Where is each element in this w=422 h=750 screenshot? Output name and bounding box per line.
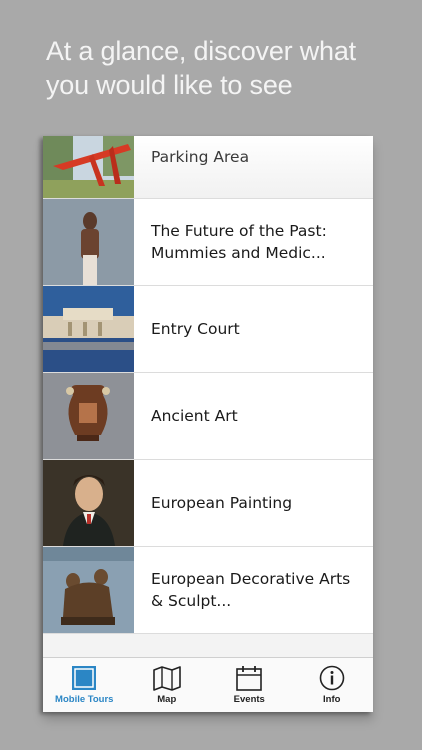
list-item-entry-court[interactable]: Entry Court [43, 286, 373, 373]
list-item-label: European Painting [151, 494, 293, 512]
list-item-ancient-art[interactable]: Ancient Art [43, 373, 373, 460]
tab-label: Events [233, 694, 265, 705]
stamp-icon [72, 666, 97, 690]
list-item-label: The Future of the Past: Mummies and Medi… [151, 222, 327, 262]
tab-label: Info [323, 694, 341, 705]
tab-mobile-tours[interactable]: Mobile Tours [43, 658, 126, 712]
portrait-photo [43, 460, 134, 546]
vase-photo [43, 373, 134, 459]
tab-label: Mobile Tours [55, 694, 114, 705]
list-item-label: European Decorative Arts & Sculpt... [151, 570, 351, 610]
tab-label: Map [157, 694, 177, 705]
list-item-label: Entry Court [151, 320, 240, 338]
list-item-label: Parking Area [151, 148, 250, 166]
list-item-parking-area[interactable]: Parking Area [43, 136, 373, 199]
calendar-icon [236, 666, 263, 691]
mummy-photo [43, 199, 134, 285]
tab-events[interactable]: Events [208, 658, 291, 712]
tour-list: Parking Area The Future of the Past: Mum… [43, 136, 373, 660]
list-item-label: Ancient Art [151, 407, 238, 425]
sculpture-photo [43, 136, 134, 198]
building-photo [43, 286, 134, 372]
list-item-european-painting[interactable]: European Painting [43, 460, 373, 547]
headline: At a glance, discover what you would lik… [46, 36, 356, 100]
sculpture-group-photo [43, 547, 134, 633]
map-icon [152, 666, 181, 691]
app-screen: Parking Area The Future of the Past: Mum… [43, 136, 373, 712]
tab-map[interactable]: Map [126, 658, 209, 712]
tab-info[interactable]: Info [291, 658, 374, 712]
list-item-mummies[interactable]: The Future of the Past: Mummies and Medi… [43, 199, 373, 286]
list-item-decorative-arts[interactable]: European Decorative Arts & Sculpt... [43, 547, 373, 634]
tab-bar: Mobile Tours Map Events Info [43, 657, 373, 712]
info-icon [319, 665, 345, 691]
